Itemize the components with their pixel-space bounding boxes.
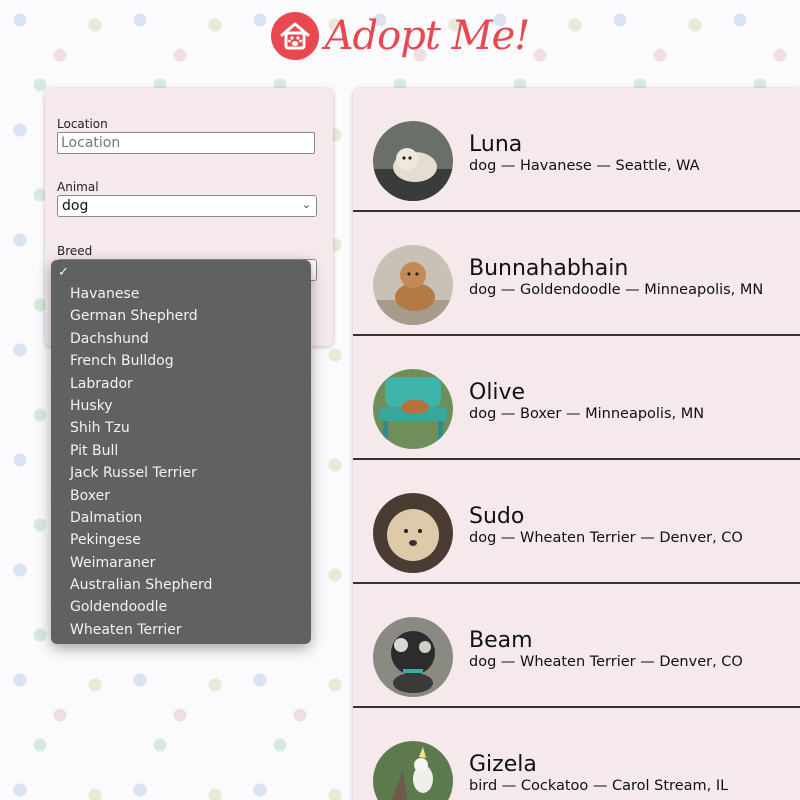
pet-name: Bunnahabhain: [469, 256, 629, 281]
pet-name: Sudo: [469, 504, 525, 529]
breed-option[interactable]: Weimaraner: [51, 552, 311, 574]
animal-label: Animal: [57, 180, 99, 194]
breed-option-empty[interactable]: ✓: [51, 262, 311, 284]
header: Adopt Me!: [0, 8, 800, 64]
chevron-down-icon: ⌄: [301, 198, 311, 211]
pet-name: Luna: [469, 132, 523, 157]
pet-details: dog — Goldendoodle — Minneapolis, MN: [469, 282, 764, 298]
pet-photo: [373, 493, 453, 573]
breed-option[interactable]: Husky: [51, 395, 311, 417]
pet-card[interactable]: Sudo dog — Wheaten Terrier — Denver, CO: [353, 460, 800, 584]
pet-details: bird — Cockatoo — Carol Stream, IL: [469, 778, 729, 794]
pet-name: Beam: [469, 628, 533, 653]
pet-photo: [373, 617, 453, 697]
breed-option[interactable]: French Bulldog: [51, 350, 311, 372]
pet-card[interactable]: Beam dog — Wheaten Terrier — Denver, CO: [353, 584, 800, 708]
breed-option[interactable]: Boxer: [51, 485, 311, 507]
breed-label: Breed: [57, 244, 93, 258]
breed-option[interactable]: Jack Russel Terrier: [51, 462, 311, 484]
animal-select[interactable]: dog ⌄: [57, 195, 317, 217]
pet-results-list: Luna dog — Havanese — Seattle, WA Bunnah…: [353, 88, 800, 800]
pet-details: dog — Wheaten Terrier — Denver, CO: [469, 530, 743, 546]
pet-card[interactable]: Gizela bird — Cockatoo — Carol Stream, I…: [353, 708, 800, 800]
breed-option[interactable]: Australian Shepherd: [51, 574, 311, 596]
location-label: Location: [57, 117, 108, 131]
checkmark-icon: ✓: [58, 265, 69, 280]
breed-option[interactable]: Havanese: [51, 283, 311, 305]
pet-photo: [373, 121, 453, 201]
animal-select-value: dog: [62, 198, 89, 214]
breed-option[interactable]: Wheaten Terrier: [51, 619, 311, 641]
breed-option[interactable]: Shih Tzu: [51, 417, 311, 439]
pet-photo: [373, 245, 453, 325]
pet-photo: [373, 369, 453, 449]
pet-photo: [373, 741, 453, 800]
logo-link[interactable]: Adopt Me!: [270, 12, 531, 60]
pet-details: dog — Boxer — Minneapolis, MN: [469, 406, 705, 422]
pet-card[interactable]: Bunnahabhain dog — Goldendoodle — Minnea…: [353, 212, 800, 336]
pet-card[interactable]: Luna dog — Havanese — Seattle, WA: [353, 88, 800, 212]
breed-option[interactable]: Goldendoodle: [51, 596, 311, 618]
pet-card[interactable]: Olive dog — Boxer — Minneapolis, MN: [353, 336, 800, 460]
breed-option[interactable]: Pit Bull: [51, 440, 311, 462]
breed-dropdown-menu: ✓ Havanese German Shepherd Dachshund Fre…: [51, 260, 311, 644]
pet-details: dog — Wheaten Terrier — Denver, CO: [469, 654, 743, 670]
house-paw-icon: [270, 12, 319, 60]
pet-details: dog — Havanese — Seattle, WA: [469, 158, 700, 174]
breed-option[interactable]: German Shepherd: [51, 305, 311, 327]
breed-option[interactable]: Dalmation: [51, 507, 311, 529]
pet-name: Gizela: [469, 752, 537, 777]
pet-name: Olive: [469, 380, 526, 405]
site-title: Adopt Me!: [324, 13, 531, 59]
breed-option[interactable]: Dachshund: [51, 328, 311, 350]
location-input[interactable]: [57, 132, 315, 154]
breed-option[interactable]: Pekingese: [51, 529, 311, 551]
breed-option[interactable]: Labrador: [51, 373, 311, 395]
